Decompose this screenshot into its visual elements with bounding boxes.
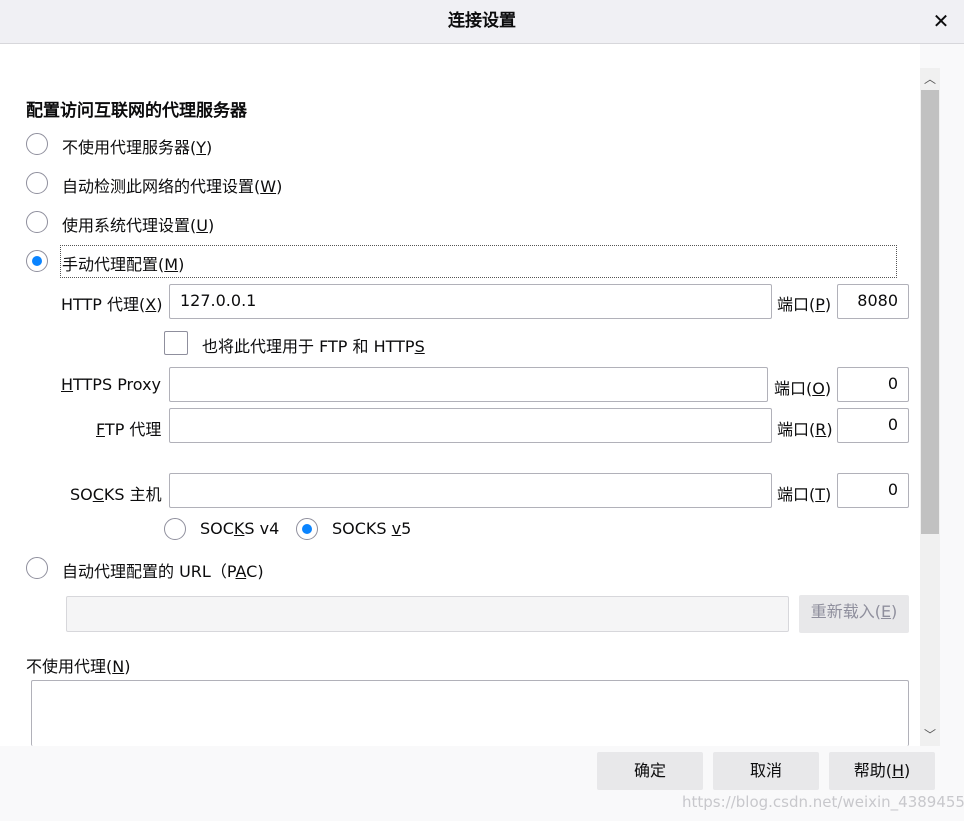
https-proxy-input[interactable] — [169, 367, 768, 402]
https-port-label: 端口(O) — [774, 379, 832, 398]
label-auto-detect: 自动检测此网络的代理设置(W) — [62, 177, 283, 196]
no-proxy-textarea[interactable] — [31, 680, 909, 746]
share-proxy-checkbox[interactable] — [164, 331, 188, 355]
radio-no-proxy[interactable] — [26, 133, 48, 155]
reload-pac-button[interactable]: 重新载入(E) — [799, 595, 909, 633]
scroll-up-icon[interactable]: ︿ — [920, 69, 940, 89]
socks-host-label: SOCKS 主机 — [70, 485, 162, 504]
http-port-label: 端口(P) — [777, 295, 832, 314]
radio-socks-v4[interactable] — [164, 518, 186, 540]
close-icon[interactable]: ✕ — [926, 6, 956, 36]
watermark: https://blog.csdn.net/weixin_43894553 — [682, 793, 964, 811]
socks-host-input[interactable] — [169, 473, 772, 508]
http-proxy-label: HTTP 代理(X) — [61, 295, 163, 314]
socks-port-label: 端口(T) — [777, 485, 832, 504]
share-proxy-label: 也将此代理用于 FTP 和 HTTPS — [202, 337, 425, 356]
section-heading: 配置访问互联网的代理服务器 — [26, 101, 247, 121]
socks-port-input[interactable]: 0 — [837, 473, 909, 508]
https-port-input[interactable]: 0 — [837, 367, 909, 402]
label-manual-proxy: 手动代理配置(M) — [62, 255, 185, 274]
radio-manual-proxy[interactable] — [26, 250, 48, 272]
dialog-title: 连接设置 — [448, 11, 516, 31]
ok-button[interactable]: 确定 — [597, 752, 703, 790]
ftp-proxy-label: FTP 代理 — [96, 420, 162, 439]
label-no-proxy: 不使用代理服务器(Y) — [62, 138, 213, 157]
http-proxy-input[interactable]: 127.0.0.1 — [169, 284, 772, 319]
cancel-button[interactable]: 取消 — [713, 752, 819, 790]
focus-ring — [60, 245, 897, 278]
radio-system-proxy[interactable] — [26, 211, 48, 233]
help-button[interactable]: 帮助(H) — [829, 752, 935, 790]
ftp-port-input[interactable]: 0 — [837, 408, 909, 443]
socks-v5-label: SOCKS v5 — [332, 519, 412, 538]
scroll-down-icon[interactable]: ﹀ — [920, 725, 940, 745]
radio-socks-v5[interactable] — [296, 518, 318, 540]
scrollbar-thumb[interactable] — [921, 90, 939, 534]
pac-url-input[interactable] — [66, 596, 789, 632]
ftp-proxy-input[interactable] — [169, 408, 772, 443]
radio-pac[interactable] — [26, 557, 48, 579]
https-proxy-label: HTTPS Proxy — [61, 375, 162, 394]
ftp-port-label: 端口(R) — [777, 420, 833, 439]
socks-v4-label: SOCKS v4 — [200, 519, 280, 538]
label-pac: 自动代理配置的 URL（PAC) — [62, 562, 264, 581]
radio-auto-detect[interactable] — [26, 172, 48, 194]
http-port-input[interactable]: 8080 — [837, 284, 909, 319]
no-proxy-label: 不使用代理(N) — [26, 657, 131, 676]
label-system-proxy: 使用系统代理设置(U) — [62, 216, 215, 235]
